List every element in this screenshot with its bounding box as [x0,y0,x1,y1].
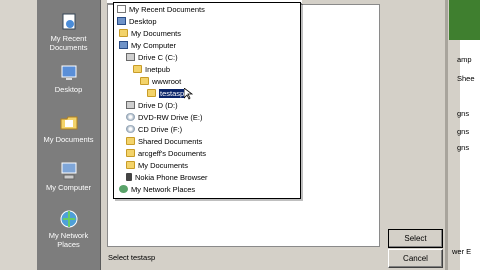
desktop-icon [61,65,76,80]
place-desktop[interactable]: Desktop [37,63,100,94]
place-label: Desktop [54,85,83,94]
background-text: gns [457,143,470,152]
open-folder-icon [147,89,156,97]
dvd-drive-icon [126,113,135,121]
dropdown-item-wwwroot[interactable]: wwwroot [140,76,181,87]
place-label: My Computer [45,183,91,192]
dropdown-item-drive-d[interactable]: Drive D (D:) [126,100,178,111]
dropdown-item-dvd-drive[interactable]: DVD-RW Drive (E:) [126,112,202,123]
computer-icon [119,41,128,49]
place-network-places[interactable]: My Network Places [37,209,100,249]
place-recent-documents[interactable]: My Recent Documents [37,12,100,52]
my-computer-icon [61,162,76,180]
folder-icon [126,149,135,157]
place-my-computer[interactable]: My Computer [37,161,100,192]
cd-drive-icon [126,125,135,133]
window-edge [445,0,448,270]
dropdown-item-my-documents[interactable]: My Documents [119,28,181,39]
network-places-icon [60,210,77,228]
background-window-header [449,0,480,40]
dropdown-item-testasp[interactable]: testasp [147,88,186,99]
mouse-cursor-icon [184,88,193,100]
place-label: My Documents [43,135,94,144]
document-icon [117,5,126,13]
dropdown-item-desktop[interactable]: Desktop [117,16,157,27]
dropdown-item-inetpub[interactable]: Inetpub [133,64,170,75]
dropdown-item-recent-documents[interactable]: My Recent Documents [117,4,205,15]
network-icon [119,185,128,193]
dropdown-item-my-computer[interactable]: My Computer [119,40,176,51]
folder-icon [119,29,128,37]
background-text: gns [457,109,470,118]
cancel-button[interactable]: Cancel [388,249,443,268]
background-text: wer E [452,247,472,256]
dropdown-item-user-documents[interactable]: arcgeff's Documents [126,148,206,159]
phone-icon [126,173,132,181]
background-text: Shee [457,74,475,83]
dropdown-item-shared-documents[interactable]: Shared Documents [126,136,202,147]
dropdown-item-cd-drive[interactable]: CD Drive (F:) [126,124,182,135]
select-button[interactable]: Select [388,229,443,248]
place-label: My Recent Documents [49,34,88,52]
folder-icon [140,77,149,85]
look-in-dropdown[interactable]: My Recent Documents Desktop My Documents… [113,2,301,199]
folder-icon [133,65,142,73]
background-text: gns [457,127,470,136]
background-text: amp [457,55,472,64]
folder-icon [126,137,135,145]
place-my-documents[interactable]: My Documents [37,113,100,144]
folder-icon [126,161,135,169]
my-documents-icon [60,116,77,130]
drive-icon [126,101,135,109]
dropdown-item-drive-c[interactable]: Drive C (C:) [126,52,178,63]
selection-status: Select testasp [108,253,156,262]
dropdown-item-network-places[interactable]: My Network Places [119,184,195,195]
recent-documents-icon [62,13,75,30]
desktop-icon [117,17,126,25]
dropdown-item-my-documents-2[interactable]: My Documents [126,160,188,171]
dropdown-item-nokia-phone-browser[interactable]: Nokia Phone Browser [126,172,208,183]
window-frame-left [0,0,37,270]
place-label: My Network Places [48,231,89,249]
drive-icon [126,53,135,61]
places-bar: My Recent Documents Desktop My Documents… [37,0,101,270]
